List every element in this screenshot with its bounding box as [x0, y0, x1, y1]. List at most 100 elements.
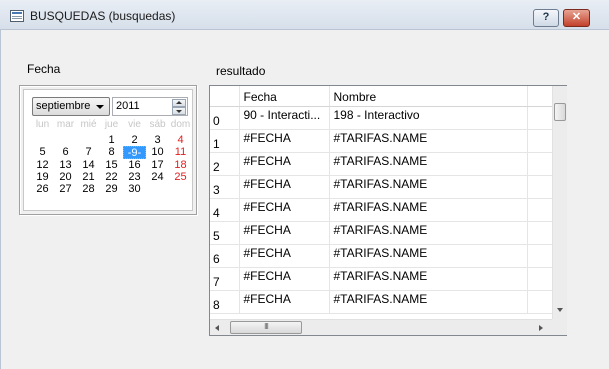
- table-row[interactable]: 8 #FECHA #TARIFAS.NAME: [210, 290, 555, 314]
- cell-fecha[interactable]: #FECHA: [239, 198, 330, 222]
- calendar-day[interactable]: 3: [146, 134, 169, 146]
- calendar-day[interactable]: 6: [54, 146, 77, 158]
- cell-extra[interactable]: [527, 290, 555, 314]
- vertical-scroll-thumb[interactable]: [554, 103, 566, 121]
- column-header-extra[interactable]: [527, 86, 555, 107]
- calendar-day[interactable]: 4: [169, 134, 192, 146]
- cell-nombre[interactable]: #TARIFAS.NAME: [329, 244, 528, 268]
- weekday-label: mié: [80, 119, 97, 130]
- table-row[interactable]: 7 #FECHA #TARIFAS.NAME: [210, 267, 555, 291]
- calendar-day[interactable]: 18: [169, 159, 192, 171]
- column-header-fecha[interactable]: Fecha: [239, 86, 330, 107]
- calendar-day[interactable]: 16: [123, 159, 146, 171]
- calendar-day[interactable]: 7: [77, 146, 100, 158]
- calendar-day[interactable]: 14: [77, 159, 100, 171]
- calendar-day[interactable]: 25: [169, 171, 192, 183]
- cell-nombre[interactable]: #TARIFAS.NAME: [329, 290, 528, 314]
- calendar-day[interactable]: 23: [123, 171, 146, 183]
- weekday-label: sáb: [149, 119, 166, 130]
- row-index[interactable]: 4: [210, 198, 240, 222]
- cell-fecha[interactable]: #FECHA: [239, 221, 330, 245]
- calendar-day[interactable]: 15: [100, 159, 123, 171]
- calendar-day[interactable]: 29: [100, 183, 123, 195]
- calendar-day-empty: [77, 134, 100, 146]
- table-row[interactable]: 4 #FECHA #TARIFAS.NAME: [210, 198, 555, 222]
- calendar-day[interactable]: 11: [169, 146, 192, 158]
- calendar-day[interactable]: 10: [146, 146, 169, 158]
- column-header-nombre[interactable]: Nombre: [329, 86, 528, 107]
- table-row[interactable]: 2 #FECHA #TARIFAS.NAME: [210, 152, 555, 176]
- cell-nombre[interactable]: #TARIFAS.NAME: [329, 221, 528, 245]
- table-row[interactable]: 5 #FECHA #TARIFAS.NAME: [210, 221, 555, 245]
- calendar-day[interactable]: 27: [54, 183, 77, 195]
- cell-extra[interactable]: [527, 198, 555, 222]
- row-index[interactable]: 8: [210, 290, 240, 314]
- spin-down-icon[interactable]: [172, 107, 186, 115]
- calendar-day[interactable]: 21: [77, 171, 100, 183]
- spin-up-icon[interactable]: [172, 99, 186, 107]
- cell-extra[interactable]: [527, 152, 555, 176]
- cell-fecha[interactable]: #FECHA: [239, 290, 330, 314]
- row-index[interactable]: 3: [210, 175, 240, 199]
- calendar-day[interactable]: 12: [31, 159, 54, 171]
- resultado-label: resultado: [216, 64, 266, 78]
- cell-fecha[interactable]: #FECHA: [239, 129, 330, 153]
- table-row[interactable]: 3 #FECHA #TARIFAS.NAME: [210, 175, 555, 199]
- calendar-day[interactable]: 13: [54, 159, 77, 171]
- calendar-day[interactable]: 30: [123, 183, 146, 195]
- cell-fecha[interactable]: #FECHA: [239, 244, 330, 268]
- calendar-day[interactable]: 5: [31, 146, 54, 158]
- calendar-day[interactable]: 1: [100, 134, 123, 146]
- title-bar[interactable]: BUSQUEDAS (busquedas) ? ✕: [0, 0, 609, 30]
- results-grid: Fecha Nombre 0 90 - Interacti... 198 - Int…: [209, 85, 567, 336]
- calendar-day[interactable]: 19: [31, 171, 54, 183]
- close-button[interactable]: ✕: [563, 9, 590, 27]
- cell-nombre[interactable]: #TARIFAS.NAME: [329, 198, 528, 222]
- cell-extra[interactable]: [527, 221, 555, 245]
- cell-nombre[interactable]: #TARIFAS.NAME: [329, 152, 528, 176]
- calendar-day-grid: 1 2 3 4 5 6 7 8 -9- 10 11 12 13 14 15 16 17 18 19 20 21 22 23 2…: [31, 134, 193, 195]
- row-index[interactable]: 7: [210, 267, 240, 291]
- cell-extra[interactable]: [527, 106, 555, 130]
- cell-fecha[interactable]: #FECHA: [239, 175, 330, 199]
- table-row[interactable]: 6 #FECHA #TARIFAS.NAME: [210, 244, 555, 268]
- calendar-day[interactable]: 2: [123, 134, 146, 146]
- year-spinner[interactable]: 2011: [112, 97, 188, 116]
- scroll-right-icon[interactable]: [539, 325, 543, 331]
- table-row[interactable]: 1 #FECHA #TARIFAS.NAME: [210, 129, 555, 153]
- month-dropdown[interactable]: septiembre: [32, 97, 110, 116]
- calendar-day[interactable]: 22: [100, 171, 123, 183]
- calendar-day[interactable]: 28: [77, 183, 100, 195]
- calendar-day[interactable]: 24: [146, 171, 169, 183]
- row-index[interactable]: 6: [210, 244, 240, 268]
- cell-nombre[interactable]: #TARIFAS.NAME: [329, 129, 528, 153]
- row-index[interactable]: 2: [210, 152, 240, 176]
- calendar-day[interactable]: 26: [31, 183, 54, 195]
- weekday-label: lun: [35, 119, 50, 130]
- cell-fecha[interactable]: 90 - Interacti...: [239, 106, 330, 130]
- calendar-day[interactable]: 8: [100, 146, 123, 158]
- cell-extra[interactable]: [527, 129, 555, 153]
- calendar-day[interactable]: 20: [54, 171, 77, 183]
- scroll-down-icon[interactable]: [557, 308, 563, 312]
- row-index[interactable]: 0: [210, 106, 240, 130]
- cell-extra[interactable]: [527, 244, 555, 268]
- cell-extra[interactable]: [527, 267, 555, 291]
- cell-extra[interactable]: [527, 175, 555, 199]
- calendar-day-empty: [31, 134, 54, 146]
- calendar-day-selected[interactable]: -9-: [123, 146, 146, 159]
- cell-nombre[interactable]: 198 - Interactivo: [329, 106, 528, 130]
- calendar-day[interactable]: 17: [146, 159, 169, 171]
- cell-nombre[interactable]: #TARIFAS.NAME: [329, 175, 528, 199]
- cell-nombre[interactable]: #TARIFAS.NAME: [329, 267, 528, 291]
- horizontal-scroll-thumb[interactable]: III: [230, 321, 302, 334]
- cell-fecha[interactable]: #FECHA: [239, 267, 330, 291]
- table-row[interactable]: 0 90 - Interacti... 198 - Interactivo: [210, 106, 555, 130]
- horizontal-scrollbar[interactable]: III: [210, 319, 552, 335]
- row-index[interactable]: 5: [210, 221, 240, 245]
- cell-fecha[interactable]: #FECHA: [239, 152, 330, 176]
- help-button[interactable]: ?: [533, 9, 559, 27]
- vertical-scrollbar[interactable]: [552, 86, 567, 319]
- scroll-left-icon[interactable]: [215, 325, 219, 331]
- row-index[interactable]: 1: [210, 129, 240, 153]
